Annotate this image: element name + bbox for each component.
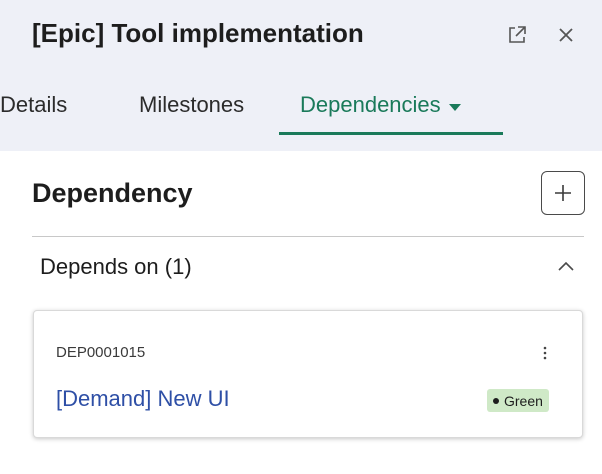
tab-label: Milestones bbox=[139, 92, 245, 117]
dependency-panel: [Epic] Tool implementation Details Miles… bbox=[0, 0, 602, 474]
depends-on-group-label: Depends on (1) bbox=[40, 254, 192, 279]
add-dependency-button[interactable] bbox=[541, 171, 585, 215]
status-label: Green bbox=[504, 392, 543, 409]
tab-label: Details bbox=[0, 92, 68, 117]
chevron-up-icon[interactable] bbox=[553, 253, 579, 279]
more-vertical-icon[interactable] bbox=[538, 341, 552, 365]
panel-title: [Epic] Tool implementation bbox=[32, 18, 364, 48]
tab-milestones[interactable]: Milestones bbox=[139, 92, 244, 134]
caret-down-icon bbox=[448, 104, 461, 111]
dependency-card[interactable]: DEP0001015 [Demand] New UI Green bbox=[33, 310, 583, 438]
status-badge: Green bbox=[487, 389, 549, 412]
panel-header: [Epic] Tool implementation Details Miles… bbox=[0, 0, 602, 151]
close-icon[interactable] bbox=[553, 22, 579, 48]
section-title: Dependency bbox=[32, 178, 193, 208]
tab-details[interactable]: Details bbox=[0, 92, 67, 134]
dependency-id: DEP0001015 bbox=[56, 344, 146, 361]
plus-icon bbox=[555, 185, 571, 201]
tab-bar: Details Milestones Dependencies bbox=[0, 92, 602, 136]
section-divider bbox=[32, 236, 584, 237]
status-dot-icon bbox=[493, 397, 499, 404]
external-link-icon[interactable] bbox=[504, 22, 530, 48]
tab-label: Dependencies bbox=[300, 92, 441, 117]
active-tab-indicator bbox=[279, 132, 503, 135]
dependency-title-link[interactable]: [Demand] New UI bbox=[56, 386, 230, 412]
tab-dependencies[interactable]: Dependencies bbox=[300, 92, 461, 134]
